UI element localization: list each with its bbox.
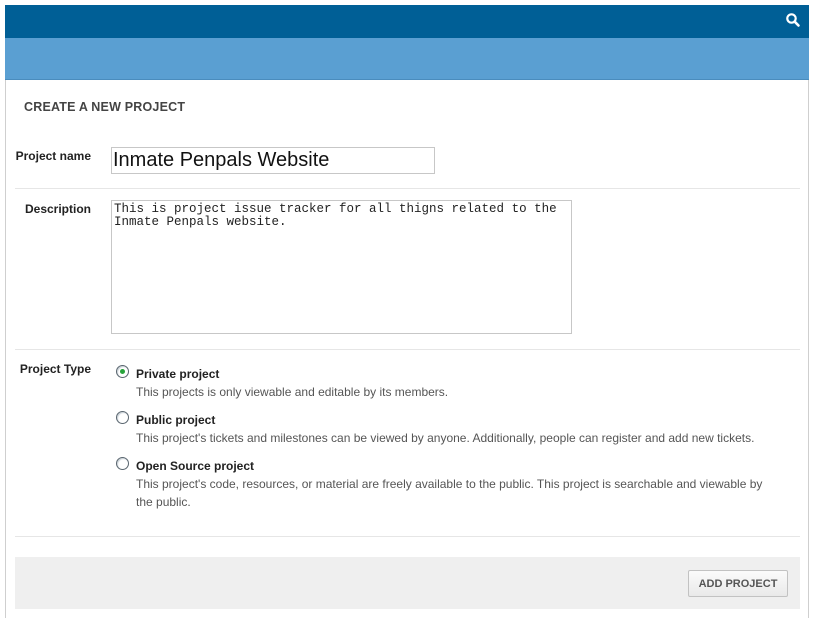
project-name-label: Project name bbox=[15, 149, 91, 163]
project-name-input[interactable] bbox=[111, 147, 435, 174]
secondary-header-bar bbox=[5, 38, 809, 80]
open-source-project-radio[interactable] bbox=[116, 457, 129, 470]
divider bbox=[15, 536, 800, 537]
public-project-description: This project's tickets and milestones ca… bbox=[136, 431, 755, 445]
add-project-button[interactable]: ADD PROJECT bbox=[688, 570, 788, 597]
private-project-description: This projects is only viewable and edita… bbox=[136, 385, 449, 399]
public-project-radio[interactable] bbox=[116, 411, 129, 424]
public-project-label[interactable]: Public project bbox=[136, 413, 215, 427]
project-type-label: Project Type bbox=[19, 362, 91, 376]
search-icon[interactable] bbox=[785, 12, 801, 28]
description-textarea[interactable]: This is project issue tracker for all th… bbox=[111, 200, 572, 334]
divider bbox=[15, 349, 800, 350]
page-title: CREATE A NEW PROJECT bbox=[24, 100, 186, 114]
open-source-project-description: This project's code, resources, or mater… bbox=[136, 477, 763, 509]
divider bbox=[15, 188, 800, 189]
open-source-project-label[interactable]: Open Source project bbox=[136, 459, 254, 473]
private-project-label[interactable]: Private project bbox=[136, 367, 219, 381]
form-footer bbox=[15, 557, 800, 609]
top-navigation-bar bbox=[5, 5, 809, 38]
private-project-radio[interactable] bbox=[116, 365, 129, 378]
description-label: Description bbox=[24, 202, 91, 216]
